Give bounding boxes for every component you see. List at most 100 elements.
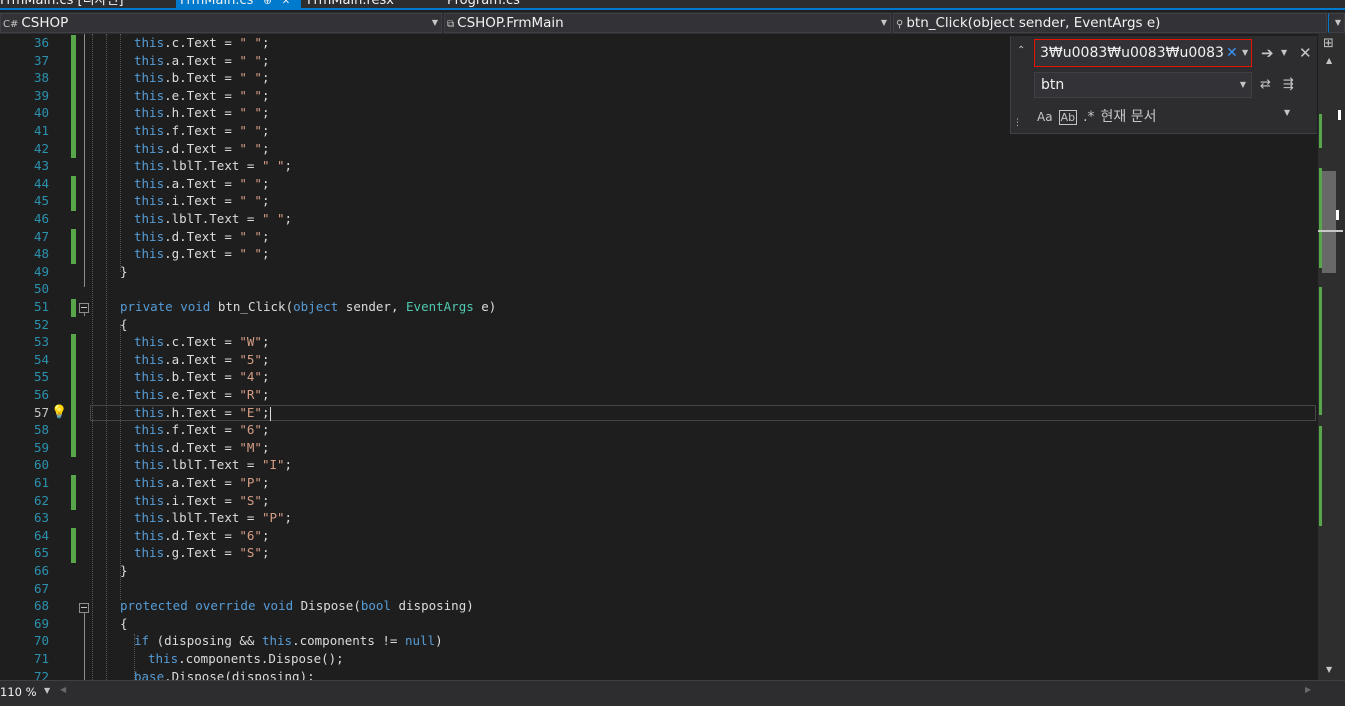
code-line[interactable]: this.i.Text = " "; xyxy=(134,193,269,208)
collapse-region-icon[interactable] xyxy=(79,603,89,613)
change-indicator xyxy=(71,193,76,211)
chevron-down-icon: ▼ xyxy=(1334,18,1341,27)
replace-all-icon[interactable]: ⇶ xyxy=(1283,77,1294,92)
chevron-down-icon: ▼ xyxy=(880,18,887,27)
code-line[interactable]: this.g.Text = " "; xyxy=(134,246,269,261)
code-line[interactable]: this.lblT.Text = " "; xyxy=(134,211,292,226)
code-line[interactable]: { xyxy=(120,616,128,631)
code-line[interactable]: } xyxy=(120,264,128,279)
change-indicator xyxy=(71,87,76,106)
line-number: 45 xyxy=(33,193,49,209)
regex-icon[interactable]: .* xyxy=(1083,109,1094,125)
code-line[interactable]: this.lblT.Text = "I"; xyxy=(134,457,292,472)
code-line[interactable]: this.a.Text = " "; xyxy=(134,53,269,68)
code-line[interactable]: this.d.Text = " "; xyxy=(134,141,269,156)
code-line[interactable]: this.h.Text = " "; xyxy=(134,105,269,120)
code-line[interactable]: this.components.Dispose(); xyxy=(148,651,344,666)
code-line[interactable]: this.b.Text = "4"; xyxy=(134,369,269,384)
find-input[interactable]: 3₩u0083₩u0083₩u0083 ✕ ▼ xyxy=(1034,39,1252,67)
replace-input[interactable]: btn ▼ xyxy=(1034,72,1252,98)
replace-history-dropdown-icon[interactable]: ▼ xyxy=(1240,73,1246,97)
line-number: 40 xyxy=(33,105,49,121)
code-line[interactable]: } xyxy=(120,563,128,578)
method-icon: ⚲ xyxy=(896,19,904,30)
code-line[interactable]: this.e.Text = " "; xyxy=(134,88,269,103)
line-number: 47 xyxy=(33,228,49,244)
project-label: CSHOP xyxy=(21,15,69,31)
find-options-dropdown-icon[interactable]: ▼ xyxy=(1281,48,1287,57)
code-line[interactable]: this.a.Text = " "; xyxy=(134,176,269,191)
tab-frmmain-resx[interactable]: FrmMain.resx xyxy=(303,0,398,8)
code-line[interactable]: this.f.Text = "6"; xyxy=(134,422,269,437)
search-history-dropdown-icon[interactable]: ▼ xyxy=(1242,40,1248,66)
close-icon[interactable]: ✕ xyxy=(282,0,290,7)
code-line[interactable]: private void btn_Click(object sender, Ev… xyxy=(120,299,496,314)
scroll-down-icon[interactable]: ▼ xyxy=(1326,665,1332,674)
pin-icon[interactable]: ⊕ xyxy=(263,0,271,7)
code-line[interactable]: this.c.Text = "W"; xyxy=(134,334,269,349)
code-line[interactable]: this.d.Text = "M"; xyxy=(134,440,269,455)
code-line[interactable]: this.d.Text = "6"; xyxy=(134,528,269,543)
tab-program-cs[interactable]: Program.cs xyxy=(443,0,524,8)
code-line[interactable]: this.g.Text = "S"; xyxy=(134,545,269,560)
code-line[interactable]: this.d.Text = " "; xyxy=(134,229,269,244)
indent-guide xyxy=(134,634,135,680)
line-number: 69 xyxy=(33,615,49,631)
line-number: 67 xyxy=(33,580,49,596)
change-indicator xyxy=(71,299,76,317)
code-line[interactable]: this.a.Text = "5"; xyxy=(134,352,269,367)
chevron-down-icon[interactable]: ▼ xyxy=(1284,108,1290,117)
zoom-level[interactable]: 110 % xyxy=(0,685,37,699)
change-indicator xyxy=(71,52,76,71)
class-dropdown[interactable]: ⧉ CSHOP.FrmMain ▼ xyxy=(444,13,891,33)
code-line[interactable]: if (disposing && this.components != null… xyxy=(134,633,443,648)
scroll-left-icon[interactable]: ◀ xyxy=(60,685,66,694)
code-line[interactable]: protected override void Dispose(bool dis… xyxy=(120,598,474,613)
resize-grip-icon[interactable]: ⋮ xyxy=(1013,118,1022,128)
code-line[interactable]: this.i.Text = "S"; xyxy=(134,493,269,508)
fold-region-line xyxy=(84,313,85,316)
find-next-icon[interactable]: ➔ xyxy=(1261,44,1274,62)
code-line[interactable]: this.a.Text = "P"; xyxy=(134,475,269,490)
project-dropdown[interactable]: C# CSHOP ▼ xyxy=(0,13,442,33)
collapse-region-icon[interactable] xyxy=(79,303,89,313)
split-window-icon[interactable]: ⊞ xyxy=(1323,36,1334,51)
line-number: 44 xyxy=(33,175,49,191)
split-dropdown[interactable]: ▼ xyxy=(1328,13,1345,33)
scroll-up-icon[interactable]: ▲ xyxy=(1326,56,1332,65)
line-number: 46 xyxy=(33,211,49,226)
fold-region-line xyxy=(84,34,85,287)
tab-frmmain-cs[interactable]: FrmMain.cs ⊕ ✕ xyxy=(176,0,301,8)
code-line[interactable]: this.f.Text = " "; xyxy=(134,123,269,138)
toggle-replace-icon[interactable]: ⌃ xyxy=(1017,45,1025,56)
zoom-dropdown-icon[interactable]: ▼ xyxy=(44,686,50,695)
change-indicator xyxy=(71,422,76,440)
match-case-icon[interactable]: Aa xyxy=(1037,110,1053,124)
search-scope-dropdown[interactable]: 현재 문서 xyxy=(1101,109,1157,125)
vertical-scrollbar[interactable]: ⊞ ▲ ▼ xyxy=(1318,34,1345,680)
change-indicator xyxy=(71,123,76,141)
change-indicator xyxy=(71,527,76,546)
line-number: 65 xyxy=(33,545,49,561)
code-line[interactable]: this.e.Text = "R"; xyxy=(134,387,269,402)
member-dropdown[interactable]: ⚲ btn_Click(object sender, EventArgs e) xyxy=(893,13,1327,33)
lightbulb-icon[interactable]: 💡 xyxy=(51,405,67,421)
tab-frmmain-designer[interactable]: FrmMain.cs [디자인] xyxy=(0,0,128,8)
csharp-project-icon: C# xyxy=(3,19,19,30)
code-line[interactable]: this.lblT.Text = "P"; xyxy=(134,510,292,525)
replace-next-icon[interactable]: ⇄ xyxy=(1260,77,1271,92)
code-line[interactable]: this.h.Text = "E"; xyxy=(134,405,269,420)
change-indicator xyxy=(71,35,76,53)
scrollbar-thumb[interactable] xyxy=(1322,171,1336,273)
code-line[interactable]: this.c.Text = " "; xyxy=(134,35,269,50)
code-line[interactable]: { xyxy=(120,317,128,332)
code-line[interactable]: this.b.Text = " "; xyxy=(134,70,269,85)
code-line[interactable]: this.lblT.Text = " "; xyxy=(134,158,292,173)
line-number: 71 xyxy=(33,651,49,666)
close-find-icon[interactable]: ✕ xyxy=(1299,44,1312,62)
clear-search-icon[interactable]: ✕ xyxy=(1226,40,1238,66)
code-line[interactable]: base.Dispose(disposing); xyxy=(134,669,315,680)
match-whole-word-icon[interactable]: Ab xyxy=(1058,110,1078,125)
scroll-right-icon[interactable]: ▶ xyxy=(1305,685,1311,694)
line-number: 49 xyxy=(33,263,49,279)
